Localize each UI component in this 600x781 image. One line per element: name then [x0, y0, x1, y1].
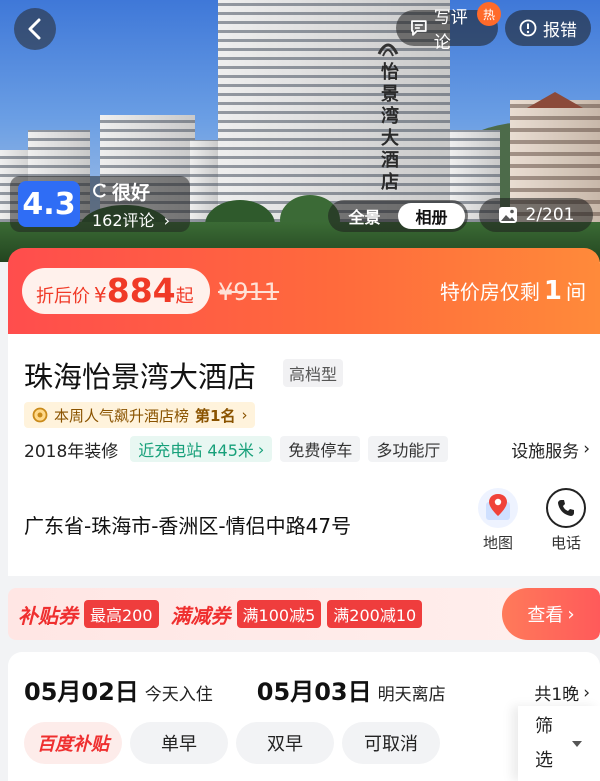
map-pin-icon [486, 494, 510, 520]
chevron-left-icon [28, 18, 41, 40]
review-count-text: 162评论 [92, 210, 155, 230]
filter-baidu-subsidy[interactable]: 百度补贴 [24, 722, 122, 764]
tab-album[interactable]: 相册 [398, 203, 465, 229]
facility-row: 2018年装修 近充电站 445米 › 免费停车 多功能厅 设施服务 › [24, 434, 590, 464]
phone-button[interactable]: 电话 [536, 488, 596, 553]
photo-count-text: 2/201 [525, 205, 575, 225]
image-icon [498, 207, 517, 223]
hotel-logo-icon [377, 43, 399, 57]
booking-card: 05月02日 今天入住 05月03日 明天离店 共1晚 › 百度补贴 单早 双早… [8, 652, 600, 781]
special-room-notice: 特价房仅剩 1 间 [440, 276, 586, 306]
facility-tag-parking: 免费停车 [280, 436, 361, 462]
ranking-text: 本周人气飙升酒店榜 [54, 406, 190, 425]
hotel-name: 珠海怡景湾大酒店 [24, 360, 257, 394]
chevron-right-icon: › [583, 682, 590, 703]
charging-station-tag[interactable]: 近充电站 445米 › [130, 436, 273, 462]
back-button[interactable] [14, 8, 56, 50]
rating-score: 4.3 [18, 181, 80, 227]
alert-icon [519, 19, 537, 37]
laurel-icon [93, 183, 106, 198]
filter-button[interactable]: 筛选 [518, 706, 600, 781]
chevron-right-icon: › [241, 406, 248, 424]
discount-coupon-title: 满减券 [170, 603, 231, 628]
discount-chip: 满200减10 [327, 600, 423, 628]
review-count: 162评论 › [92, 207, 170, 231]
special-text: 特价房仅剩 [439, 280, 540, 304]
discount-chip: 满100减5 [236, 600, 322, 628]
map-label: 地图 [482, 534, 513, 552]
report-error-label: 报错 [543, 20, 577, 41]
map-button[interactable]: 地图 [468, 488, 528, 553]
price-suffix: 起 [175, 286, 194, 307]
phone-label: 电话 [550, 534, 581, 552]
hotel-photo[interactable]: 怡景湾大酒店 写评论 热 报错 4.3 很好 162评论 › 全景 相册 2/2… [0, 0, 600, 262]
facility-tag-hall: 多功能厅 [368, 436, 449, 462]
filter-cancellable[interactable]: 可取消 [342, 722, 440, 764]
checkout-label: 明天离店 [377, 685, 446, 705]
phone-icon [558, 500, 574, 516]
filter-button-label: 筛选 [535, 715, 553, 771]
price-label: 折后价 [36, 286, 90, 307]
subsidy-coupon-title: 补贴券 [18, 603, 78, 628]
hotel-address: 广东省-珠海市-香洲区-情侣中路47号 [24, 514, 352, 538]
phone-icon-wrap [546, 488, 586, 528]
special-count: 1 [543, 276, 562, 306]
coupon-bar[interactable]: 补贴券 最高200 满减券 满100减5 满200减10 查看 › [8, 588, 600, 640]
filter-single-breakfast[interactable]: 单早 [130, 722, 228, 764]
view-coupons-button[interactable]: 查看 › [502, 588, 600, 640]
room-filters: 百度补贴 单早 双早 可取消 [24, 722, 440, 764]
subsidy-max-chip: 最高200 [84, 600, 159, 628]
comment-icon [411, 20, 427, 36]
facilities-link-text: 设施服务 [511, 441, 580, 462]
ranking-value: 第1名 [195, 406, 236, 425]
charging-station-text: 近充电站 445米 [138, 441, 254, 460]
renovation-year: 2018年装修 [24, 441, 119, 462]
facilities-link[interactable]: 设施服务 › [511, 437, 590, 462]
special-unit: 间 [566, 280, 586, 304]
checkout-date[interactable]: 05月03日 [257, 672, 372, 707]
rating-summary[interactable]: 4.3 很好 162评论 › [10, 176, 190, 232]
ranking-tag[interactable]: 本周人气飙升酒店榜 第1名 › [24, 402, 256, 428]
chevron-right-icon: › [583, 439, 590, 459]
hotel-sign: 怡景湾大酒店 [368, 34, 408, 194]
nights-count[interactable]: 共1晚 › [534, 680, 590, 706]
hot-badge: 热 [477, 2, 501, 26]
caret-down-icon [572, 740, 582, 747]
gallery-view-tabs: 全景 相册 [328, 200, 468, 232]
price-value: 884 [106, 271, 176, 310]
checkin-date[interactable]: 05月02日 [24, 672, 139, 707]
price-banner[interactable]: 折后价 ¥ 884 起 ¥911 特价房仅剩 1 间 [8, 248, 600, 334]
chevron-right-icon: › [163, 210, 171, 230]
original-price: ¥911 [218, 278, 280, 306]
chevron-right-icon: › [567, 603, 575, 625]
chevron-right-icon: › [257, 439, 265, 459]
rating-grade: 很好 [92, 178, 170, 205]
hotel-class-badge: 高档型 [283, 359, 344, 387]
price-currency: ¥ [94, 283, 107, 307]
hotel-info-card: 珠海怡景湾大酒店 高档型 本周人气飙升酒店榜 第1名 › 2018年装修 近充电… [8, 334, 600, 576]
view-coupons-label: 查看 [527, 605, 564, 626]
checkin-label: 今天入住 [144, 685, 213, 705]
discount-price: 折后价 ¥ 884 起 [22, 268, 210, 314]
filter-double-breakfast[interactable]: 双早 [236, 722, 334, 764]
map-icon-wrap [478, 488, 518, 528]
date-selector[interactable]: 05月02日 今天入住 05月03日 明天离店 共1晚 › [24, 672, 590, 707]
hotel-sign-text: 怡景湾大酒店 [378, 62, 399, 194]
medal-icon [32, 407, 48, 423]
tab-panorama[interactable]: 全景 [331, 203, 398, 229]
rating-grade-text: 很好 [112, 181, 151, 204]
report-error-button[interactable]: 报错 [505, 10, 591, 46]
nights-text: 共1晚 [534, 685, 580, 705]
photo-counter[interactable]: 2/201 [479, 198, 593, 232]
